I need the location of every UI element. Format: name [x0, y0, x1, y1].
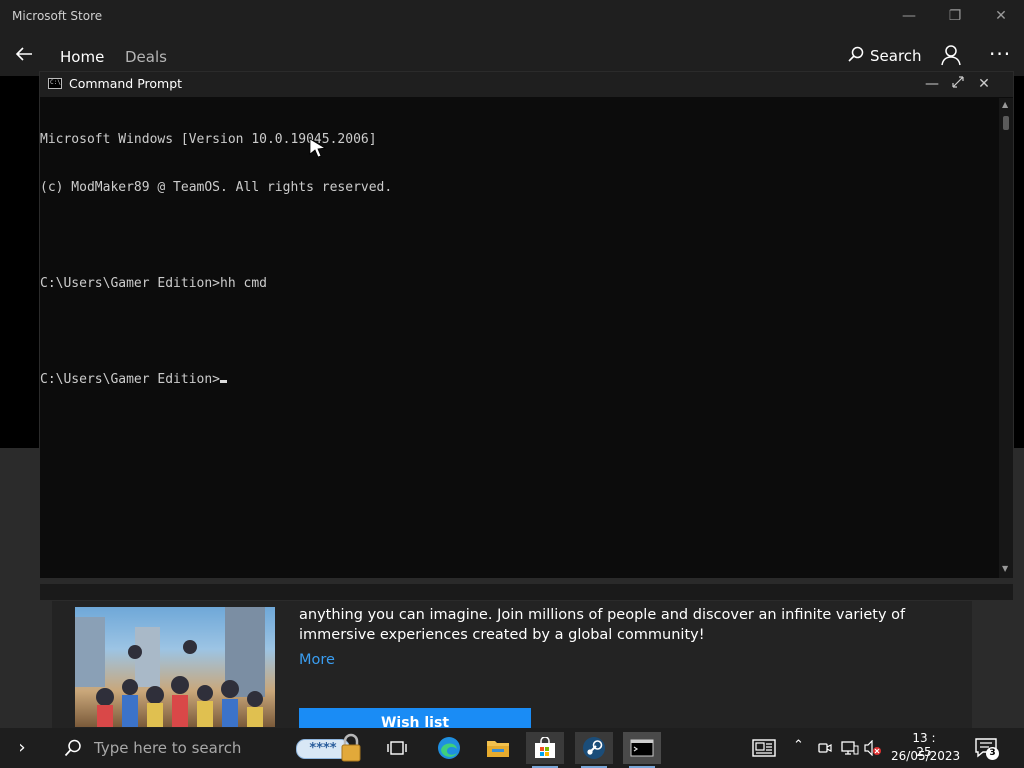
nav-deals-tab[interactable]: Deals — [125, 48, 167, 66]
store-content-left — [0, 76, 40, 448]
cmd-vertical-scrollbar[interactable]: ▲ ▼ — [999, 98, 1013, 578]
file-explorer-icon[interactable] — [479, 732, 517, 764]
cmd-title: Command Prompt — [69, 76, 183, 91]
search-label: Search — [870, 47, 922, 65]
cmd-maximize-button[interactable] — [949, 75, 967, 93]
store-restore-button[interactable]: ❐ — [945, 6, 965, 26]
cmd-line: C:\Users\Gamer Edition>hh cmd — [40, 276, 267, 291]
taskbar-search-placeholder: Type here to search — [94, 739, 242, 757]
mouse-pointer-icon — [309, 138, 327, 162]
cmd-horizontal-area — [40, 578, 1013, 600]
cmd-window[interactable]: C:\ Command Prompt — ✕ Microsoft Windows… — [39, 71, 1014, 601]
text-cursor — [220, 380, 228, 383]
cmd-titlebar[interactable]: C:\ Command Prompt — ✕ — [40, 72, 1013, 97]
cmd-line: Microsoft Windows [Version 10.0.19045.20… — [40, 132, 377, 147]
terminal-icon[interactable] — [623, 732, 661, 768]
store-content-right — [1014, 76, 1024, 448]
clock-date[interactable]: 26/05/2023 — [891, 749, 960, 763]
game-thumbnail-image[interactable] — [75, 607, 275, 727]
cmd-output[interactable]: Microsoft Windows [Version 10.0.19045.20… — [40, 98, 995, 575]
taskbar: › Type here to search **** ⌃ 13: 25 26/… — [0, 728, 1024, 768]
store-minimize-button[interactable]: — — [899, 6, 919, 26]
task-view-icon[interactable] — [378, 732, 416, 764]
taskbar-search-box[interactable]: Type here to search — [48, 728, 280, 768]
product-description: anything you can imagine. Join millions … — [299, 607, 906, 643]
password-lock-icon[interactable]: **** — [296, 733, 366, 763]
account-icon[interactable] — [940, 44, 962, 66]
tray-chevron-icon[interactable]: ⌃ — [793, 738, 804, 753]
search-icon — [64, 739, 82, 757]
back-arrow-icon[interactable] — [14, 44, 34, 64]
store-icon[interactable] — [526, 732, 564, 768]
edge-icon[interactable] — [430, 732, 468, 764]
cmd-prompt: C:\Users\Gamer Edition> — [40, 372, 221, 387]
news-icon[interactable] — [752, 739, 776, 761]
scroll-thumb[interactable] — [1003, 116, 1009, 130]
notification-badge: 3 — [986, 747, 999, 760]
cmd-minimize-button[interactable]: — — [923, 75, 941, 93]
scroll-down-icon[interactable]: ▼ — [1002, 564, 1008, 573]
meet-now-icon[interactable] — [817, 740, 835, 756]
scroll-up-icon[interactable]: ▲ — [1002, 100, 1008, 109]
network-icon[interactable] — [841, 740, 859, 756]
cmd-line — [40, 228, 995, 244]
cmd-line: (c) ModMaker89 @ TeamOS. All rights rese… — [40, 180, 393, 195]
store-window-title: Microsoft Store — [12, 9, 103, 23]
volume-muted-icon[interactable] — [864, 739, 882, 757]
start-chevron-icon[interactable]: › — [10, 738, 34, 758]
more-link[interactable]: More — [299, 652, 335, 668]
cmd-line — [40, 324, 995, 340]
cmd-icon: C:\ — [48, 78, 62, 89]
store-close-button[interactable]: ✕ — [991, 6, 1011, 26]
search-icon — [848, 46, 864, 66]
cmd-divider — [40, 578, 1013, 584]
steam-icon[interactable] — [575, 732, 613, 768]
store-search-button[interactable]: Search — [848, 46, 922, 66]
more-icon[interactable]: ··· — [989, 42, 1011, 66]
cmd-prompt-line[interactable]: C:\Users\Gamer Edition> — [40, 372, 995, 388]
nav-home-tab[interactable]: Home — [60, 48, 104, 66]
cmd-close-button[interactable]: ✕ — [975, 75, 993, 93]
